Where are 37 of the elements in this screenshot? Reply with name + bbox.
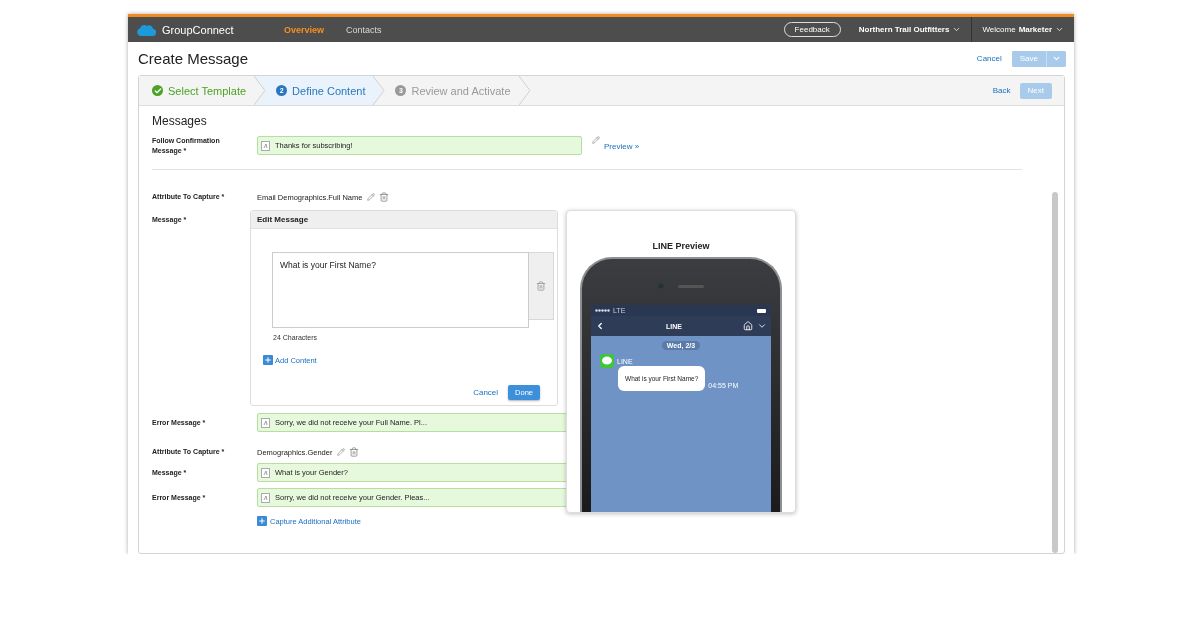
plus-icon [257, 516, 267, 526]
trash-icon[interactable] [379, 192, 390, 202]
plus-icon [263, 355, 273, 365]
preview-link[interactable]: Preview » [604, 141, 640, 151]
pencil-icon[interactable] [337, 448, 346, 456]
document-icon [261, 417, 270, 428]
document-icon [261, 492, 270, 503]
chevron-down-icon [952, 25, 962, 34]
nav-link[interactable]: Contacts [346, 24, 382, 35]
message-input[interactable]: What is your First Name? [272, 252, 529, 328]
org-dropdown[interactable]: Northern Trail Outfitters [848, 17, 972, 42]
trash-icon [536, 281, 546, 291]
pencil-icon [592, 136, 600, 144]
document-icon [261, 467, 270, 478]
cloud-logo-icon [136, 22, 156, 37]
trash-icon[interactable] [349, 447, 360, 457]
caret-icon [1052, 54, 1061, 63]
section-title: Messages [152, 114, 208, 128]
panel-title: Edit Message [251, 211, 557, 229]
page-title: Create Message [138, 50, 250, 67]
chat-app-logo-icon [600, 354, 614, 368]
check-icon [152, 85, 163, 96]
preview-title: LINE Preview [652, 241, 710, 251]
pencil-icon[interactable] [367, 193, 376, 201]
cancel-link[interactable]: Cancel [473, 388, 499, 397]
nav-link[interactable]: Overview [284, 24, 325, 35]
cancel-link[interactable]: Cancel [976, 54, 1002, 63]
battery-icon [757, 308, 767, 313]
chevron-down-icon [1055, 25, 1064, 34]
app-name: GroupConnect [162, 23, 235, 36]
chevron-icon[interactable] [757, 321, 767, 331]
back-link[interactable]: Back [992, 86, 1011, 95]
signal-icon [595, 309, 611, 312]
home-icon[interactable] [743, 321, 753, 331]
user-menu[interactable]: Welcome Marketer [971, 17, 1074, 42]
back-icon[interactable] [595, 321, 605, 331]
document-icon [261, 140, 270, 151]
